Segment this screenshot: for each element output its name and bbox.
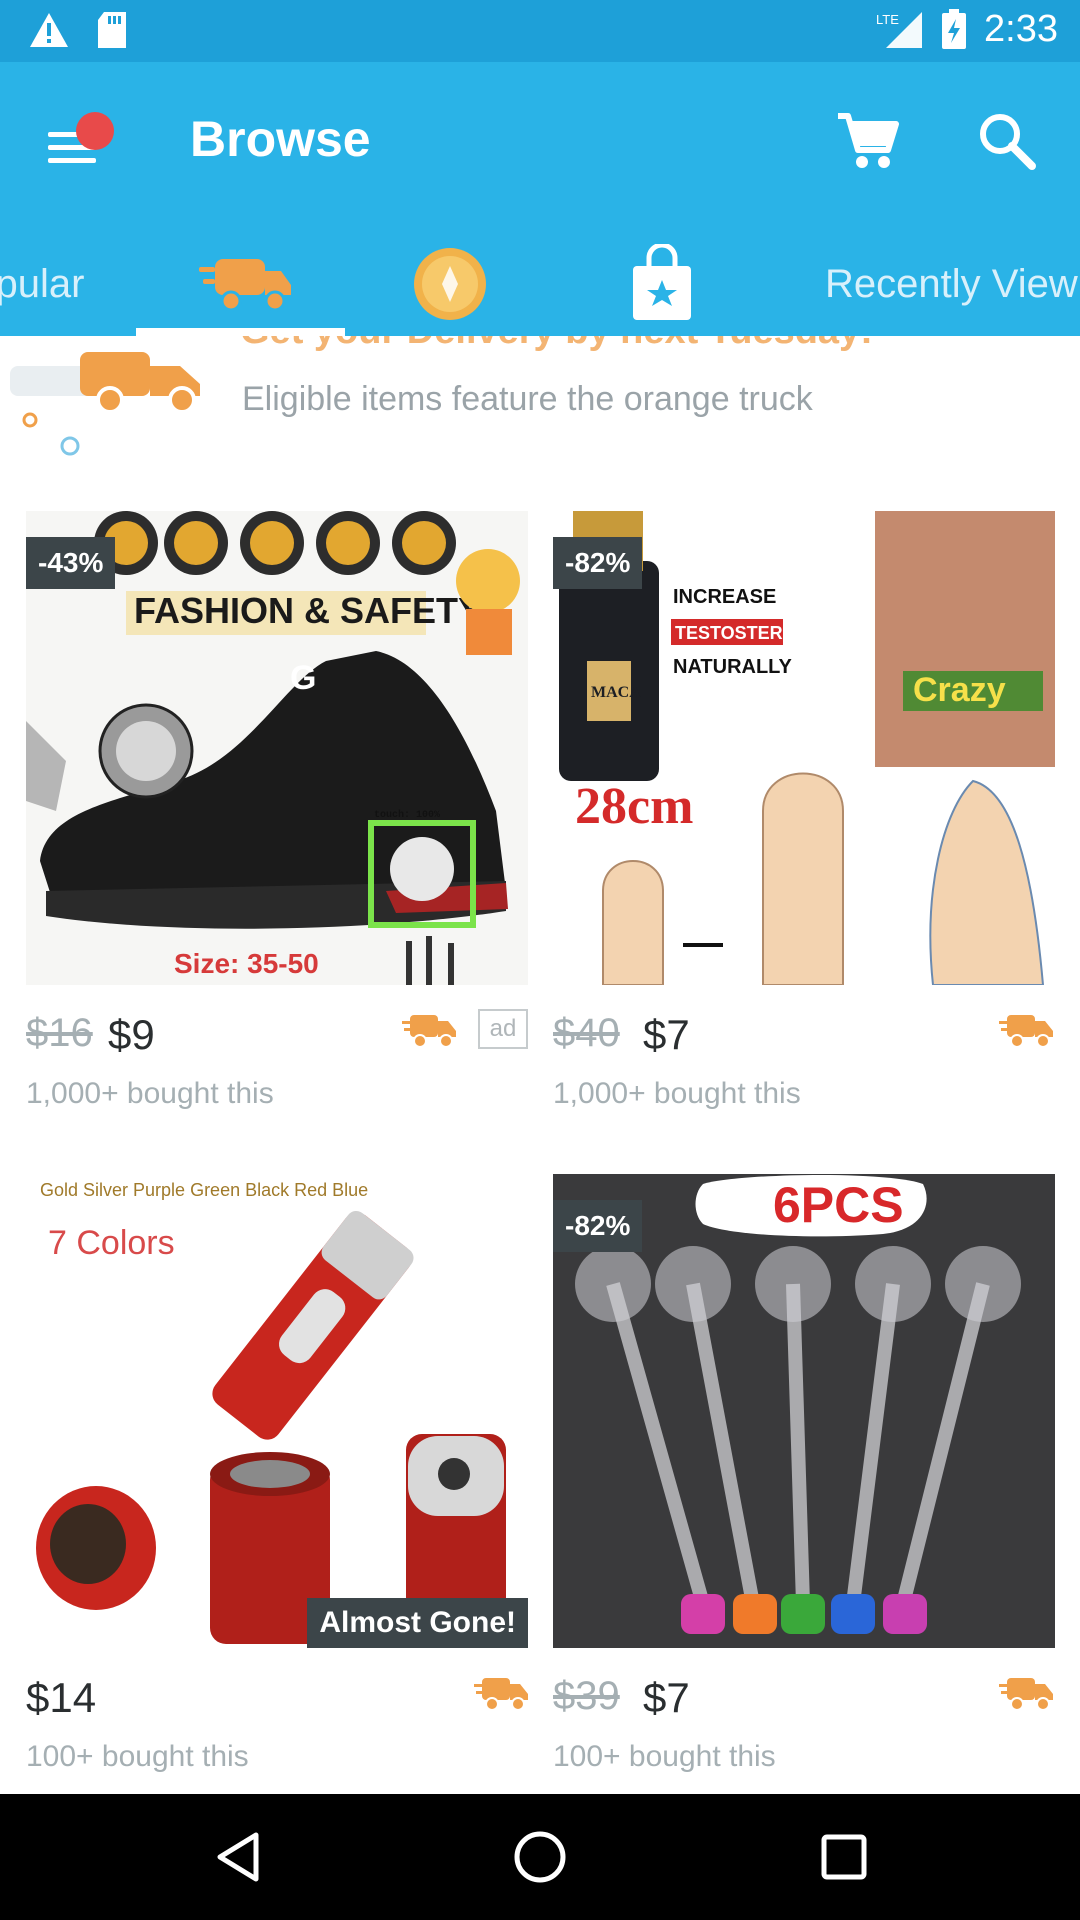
orange-truck-icon	[999, 1678, 1053, 1711]
network-label: LTE	[876, 12, 899, 27]
current-price: $7	[643, 1011, 690, 1058]
image-text-increase: INCREASE	[673, 586, 776, 608]
discount-badge: -43%	[26, 537, 116, 589]
bought-count: 1,000+ bought this	[26, 1077, 274, 1110]
category-tabs: pular Recently View	[0, 232, 1080, 336]
image-title: 7 Colors	[48, 1224, 175, 1262]
discount-badge: -82%	[553, 537, 643, 589]
notification-dot	[76, 112, 114, 150]
shopping-bag-star-icon	[633, 244, 691, 320]
image-brand: G	[290, 659, 316, 697]
product-image[interactable]: Gold Silver Purple Green Black Red Blue …	[26, 1174, 528, 1648]
battery-charging-icon	[942, 8, 967, 49]
system-nav-bar	[0, 1794, 1080, 1920]
signal-icon: LTE	[876, 11, 923, 48]
menu-line	[48, 158, 96, 163]
image-headline: FASHION & SAFETY	[134, 590, 482, 631]
delivery-banner[interactable]: Get your Delivery by next Tuesday! Eligi…	[0, 336, 1080, 486]
image-text-size: 28cm	[575, 778, 693, 835]
bought-count: 100+ bought this	[553, 1740, 776, 1773]
ad-badge: ad	[478, 1009, 528, 1049]
product-card[interactable]: 6PCS -82% $39 $7 100+ bought this	[553, 1174, 1055, 1774]
original-price: $16	[26, 1011, 93, 1055]
page-title: Browse	[190, 111, 371, 167]
sd-card-icon	[98, 12, 126, 48]
product-card[interactable]: Gold Silver Purple Green Black Red Blue …	[26, 1174, 528, 1774]
price-row: $14	[26, 1648, 528, 1738]
status-left-icons	[28, 10, 128, 50]
tab-wishlist[interactable]	[612, 232, 712, 336]
original-price: $40	[553, 1011, 620, 1055]
current-price: $9	[108, 1011, 155, 1058]
recents-icon[interactable]	[814, 1827, 874, 1887]
price-row: $16 $9 ad	[26, 985, 528, 1075]
product-image[interactable]: MACA INCREASE TESTOSTERONE NATURALLY Cra…	[553, 511, 1055, 985]
delivery-truck-illustration	[10, 352, 200, 456]
fast-delivery-truck-icon	[199, 259, 291, 312]
bought-count: 1,000+ bought this	[553, 1077, 801, 1110]
warning-icon	[30, 13, 68, 47]
status-right: LTE 2:33	[874, 8, 1058, 51]
tab-popular-label: pular	[0, 261, 85, 306]
image-colors-list: Gold Silver Purple Green Black Red Blue	[40, 1180, 368, 1200]
tab-recently-viewed-label: Recently View	[825, 261, 1078, 306]
home-icon[interactable]	[510, 1827, 570, 1887]
back-icon[interactable]	[208, 1827, 268, 1887]
price-row: $39 $7	[553, 1648, 1055, 1738]
banner-subtitle: Eligible items feature the orange truck	[242, 380, 813, 418]
cart-icon	[838, 113, 899, 168]
current-price: $14	[26, 1674, 97, 1721]
image-text-naturally: NATURALLY	[673, 656, 793, 678]
image-text-crazy: Crazy	[913, 671, 1006, 709]
image-text-testosterone: TESTOSTERONE	[675, 623, 822, 643]
tab-fast-delivery[interactable]	[190, 232, 300, 336]
current-price: $7	[643, 1674, 690, 1721]
orange-truck-icon	[999, 1015, 1053, 1048]
status-time: 2:33	[984, 8, 1058, 50]
discount-badge: -82%	[553, 1200, 643, 1252]
almost-gone-badge: Almost Gone!	[307, 1598, 528, 1648]
menu-button[interactable]	[40, 112, 114, 182]
bought-count: 100+ bought this	[26, 1740, 249, 1773]
tab-coins[interactable]	[400, 232, 500, 336]
tab-indicator	[136, 328, 345, 336]
price-row: $40 $7	[553, 985, 1055, 1075]
cart-button[interactable]	[832, 106, 902, 176]
orange-truck-icon	[402, 1015, 456, 1048]
search-button[interactable]	[972, 106, 1042, 176]
image-size-text: Size: 35-50	[174, 948, 319, 979]
product-feed[interactable]: Get your Delivery by next Tuesday! Eligi…	[0, 336, 1080, 1794]
status-bar: LTE 2:33	[0, 0, 1080, 62]
banner-title: Get your Delivery by next Tuesday!	[240, 336, 873, 353]
tab-recently-viewed[interactable]: Recently View	[825, 232, 1080, 336]
original-price: $39	[553, 1674, 620, 1718]
image-title: 6PCS	[773, 1177, 904, 1233]
bottle-label: MACA	[591, 684, 641, 701]
gold-coin-icon	[414, 248, 486, 320]
product-image[interactable]: FASHION & SAFETY G Size: 35-50 touch: 10…	[26, 511, 528, 985]
product-card[interactable]: MACA INCREASE TESTOSTERONE NATURALLY Cra…	[553, 511, 1055, 1111]
tab-popular[interactable]: pular	[0, 232, 90, 336]
app-bar: Browse pular Recently View	[0, 62, 1080, 336]
grinder-product-image: Gold Silver Purple Green Black Red Blue …	[36, 1180, 506, 1648]
touch-overlay-label: touch: 100%	[374, 809, 440, 821]
orange-truck-icon	[474, 1678, 528, 1711]
product-card[interactable]: FASHION & SAFETY G Size: 35-50 touch: 10…	[26, 511, 528, 1111]
product-image[interactable]: 6PCS -82%	[553, 1174, 1055, 1648]
search-icon	[980, 114, 1036, 170]
